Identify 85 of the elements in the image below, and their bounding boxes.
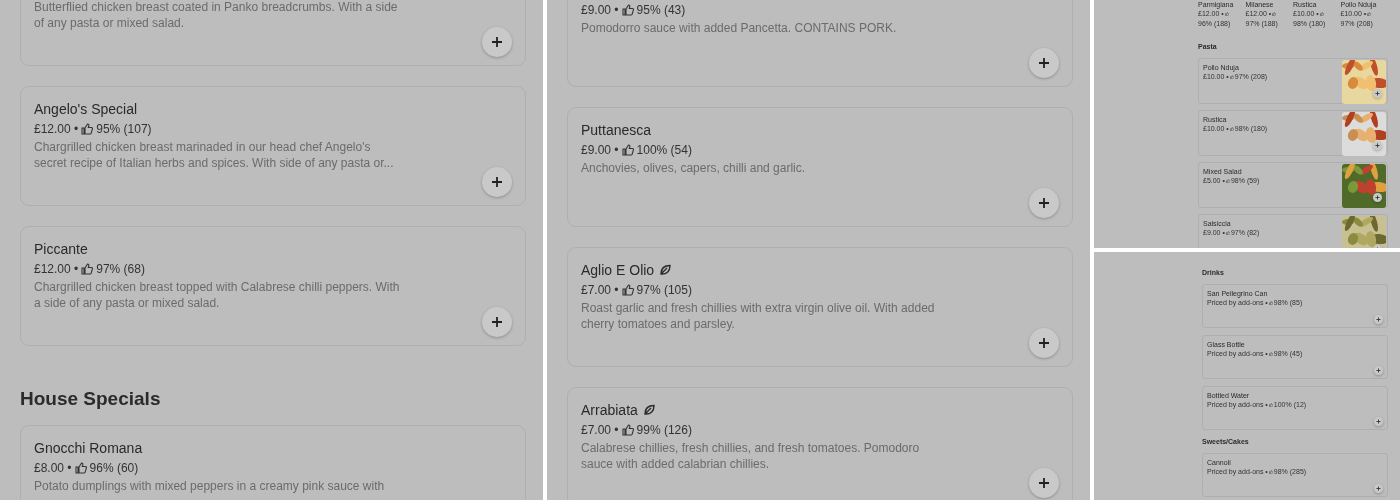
item-description: Calabrese chillies, fresh chillies, and fresh tomatoes. Pomodoro sauce with added calabrian chillies. xyxy=(581,440,921,472)
item-name: Puttanesca xyxy=(581,121,652,140)
thumbs-up-icon xyxy=(74,462,87,474)
item-description: Pomodorro sauce with added Pancetta. CONTAINS PORK. xyxy=(581,20,898,36)
thumbs-up-icon xyxy=(1229,74,1234,79)
menu-item-card[interactable]: Gnocchi Romana £8.00 • 96% (60) Potato dumplings with mixed peppers in a creamy pink sauce with xyxy=(20,425,526,500)
thumbs-up-icon xyxy=(1225,230,1230,235)
thumbs-up-icon xyxy=(621,144,634,156)
item-description: Chargrilled chicken breast topped with Calabrese chilli peppers. With a side of any pasta or mixed salad. xyxy=(34,279,401,311)
leaf-icon xyxy=(642,404,655,416)
price-text: £12.00 • xyxy=(34,121,79,138)
thumbs-up-icon xyxy=(1268,469,1273,474)
leaf-icon xyxy=(659,264,672,276)
plus-icon xyxy=(1376,368,1381,373)
thumbs-up-icon xyxy=(621,4,634,16)
add-button[interactable] xyxy=(1029,48,1059,78)
rating-text: 97% (105) xyxy=(636,282,692,299)
plus-icon xyxy=(491,316,503,328)
thumbs-up-icon xyxy=(1229,126,1234,131)
thumbs-up-icon xyxy=(621,424,634,436)
price-text: £7.00 • xyxy=(581,282,619,299)
menu-item-card[interactable]: £9.00 • 95% (43) Pomodorro sauce with added Pancetta. CONTAINS PORK. xyxy=(567,0,1073,87)
thumbs-up-icon xyxy=(1224,11,1229,16)
rating-text: 100% (54) xyxy=(636,142,692,159)
plus-icon xyxy=(1376,419,1381,424)
item-name: Angelo's Special xyxy=(34,100,138,119)
add-button[interactable] xyxy=(1373,193,1382,202)
plus-icon xyxy=(1375,91,1380,96)
add-button[interactable] xyxy=(1029,328,1059,358)
add-button[interactable] xyxy=(482,167,512,197)
add-button[interactable] xyxy=(1029,188,1059,218)
item-description: Anchovies, olives, capers, chilli and garlic. xyxy=(581,160,807,176)
add-button[interactable] xyxy=(1373,141,1382,150)
add-button[interactable] xyxy=(482,27,512,57)
plus-icon xyxy=(1038,337,1050,349)
item-description: Butterflied chicken breast coated in Panko breadcrumbs. With a side of any pasta or mixed salad. xyxy=(34,0,399,31)
plus-icon xyxy=(1375,143,1380,148)
plus-icon xyxy=(491,176,503,188)
rating-text: 95% (107) xyxy=(96,121,152,138)
thumbs-up-icon xyxy=(1268,402,1273,407)
thumbs-up-icon xyxy=(1367,11,1372,16)
thumbs-up-icon xyxy=(1272,11,1277,16)
add-button[interactable] xyxy=(1374,315,1383,324)
thumbs-up-icon xyxy=(1319,11,1324,16)
item-name: Arrabiata xyxy=(581,401,638,420)
section-heading: House Specials xyxy=(20,387,162,411)
rating-text: 97% (68) xyxy=(96,261,145,278)
price-text: £7.00 • xyxy=(581,422,619,439)
plus-icon xyxy=(1038,197,1050,209)
item-description: Potato dumplings with mixed peppers in a creamy pink sauce with xyxy=(34,478,386,494)
plus-icon xyxy=(491,36,503,48)
item-name: Gnocchi Romana xyxy=(34,439,143,458)
thumbs-up-icon xyxy=(1225,178,1230,183)
add-button[interactable] xyxy=(1374,484,1383,493)
rating-text: 99% (126) xyxy=(636,422,692,439)
price-text: £8.00 • xyxy=(34,460,72,477)
price-text: £12.00 • xyxy=(34,261,79,278)
menu-item-card[interactable]: Aglio E Olio £7.00 • 97% (105) Roast garlic and fresh chillies with extra virgin olive oil. With added cherry tomatoes and parsley. xyxy=(567,247,1073,367)
add-button[interactable] xyxy=(1374,366,1383,375)
thumbs-up-icon xyxy=(81,123,94,135)
plus-icon xyxy=(1375,195,1380,200)
plus-icon xyxy=(1038,477,1050,489)
plus-icon xyxy=(1376,317,1381,322)
plus-icon xyxy=(1038,57,1050,69)
menu-item-card[interactable]: Puttanesca £9.00 • 100% (54) Anchovies, olives, capers, chilli and garlic. xyxy=(567,107,1073,227)
item-description: Chargrilled chicken breast marinaded in our head chef Angelo's secret recipe of Italian herbs and spices. With side of any pasta or... xyxy=(34,139,395,171)
add-button[interactable] xyxy=(482,307,512,337)
add-button[interactable] xyxy=(1029,468,1059,498)
plus-icon xyxy=(1376,486,1381,491)
price-text: £9.00 • xyxy=(581,2,619,19)
thumbs-up-icon xyxy=(81,263,94,275)
menu-item-card[interactable]: Piccante £12.00 • 97% (68) Chargrilled chicken breast topped with Calabrese chilli peppers. With a side of any pasta or mixed salad. xyxy=(20,226,526,346)
rating-text: 95% (43) xyxy=(636,2,686,19)
add-button[interactable] xyxy=(1374,417,1383,426)
add-button[interactable] xyxy=(1373,89,1382,98)
menu-item-card[interactable]: Arrabiata £7.00 • 99% (126) Calabrese chillies, fresh chillies, and fresh tomatoes. Pomodoro sauce with added calabrian chillies. xyxy=(567,387,1073,500)
menu-item-card[interactable]: Angelo's Special £12.00 • 95% (107) Chargrilled chicken breast marinaded in our head chef Angelo's secret recipe of Italian herbs and spices. With side of any pasta or... xyxy=(20,86,526,206)
rating-text: 96% (60) xyxy=(89,460,139,477)
price-text: £9.00 • xyxy=(581,142,619,159)
item-name: Piccante xyxy=(34,240,88,259)
item-name: Aglio E Olio xyxy=(581,261,655,280)
thumbs-up-icon xyxy=(1268,351,1273,356)
thumbs-up-icon xyxy=(1268,300,1273,305)
thumbs-up-icon xyxy=(621,284,634,296)
item-description: Roast garlic and fresh chillies with extra virgin olive oil. With added cherry tomatoes and parsley. xyxy=(581,300,936,332)
